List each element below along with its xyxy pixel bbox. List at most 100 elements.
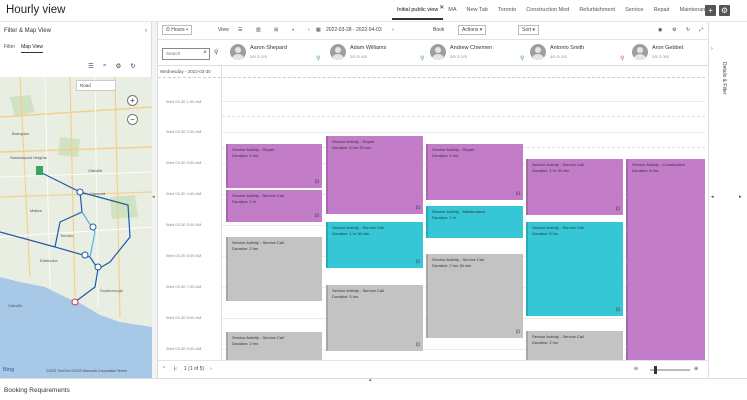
collapse-chevron-icon[interactable]: › bbox=[711, 46, 713, 52]
search-placeholder: Search bbox=[166, 51, 181, 56]
map-view[interactable]: Brampton Sandalwood Heights Oakville Mal… bbox=[0, 77, 152, 378]
tab-service[interactable]: Service bbox=[620, 4, 648, 20]
gear-icon[interactable]: ⚙ bbox=[672, 27, 676, 33]
location-pin-icon[interactable]: ⚲ bbox=[520, 55, 524, 62]
resource-meta: 4/5 ⊙ 2/5 bbox=[550, 54, 567, 59]
search-icon[interactable]: ⌕ bbox=[103, 62, 107, 70]
zoom-in-button[interactable]: + bbox=[127, 95, 138, 106]
resource-card[interactable]: Adam Williams 2/5 ⊙ 4/5 ⚲ bbox=[326, 42, 426, 64]
expand-icon[interactable]: ⤢ bbox=[699, 27, 703, 33]
bing-logo: Bing bbox=[3, 367, 15, 373]
calendar-icon[interactable]: ▦ bbox=[316, 27, 321, 33]
booking-block[interactable]: Service Activity - Repair Duration: 5 hr… bbox=[326, 136, 423, 214]
booking-title: Service Activity - Service Call bbox=[232, 240, 284, 245]
next-page-icon[interactable]: › bbox=[210, 366, 212, 372]
time-label: Wed 03-30 2:00 AM bbox=[166, 129, 202, 134]
details-panel-label[interactable]: Details & Filter bbox=[721, 62, 727, 95]
gear-icon[interactable]: ⚙ bbox=[115, 62, 121, 70]
resource-card[interactable]: Andrew Chiemen 3/5 ⊙ 2/5 ⚲ bbox=[426, 42, 526, 64]
tab-filter[interactable]: Filter bbox=[4, 44, 15, 53]
time-label: Wed 03-30 7:00 AM bbox=[166, 284, 202, 289]
zoom-slider-handle[interactable] bbox=[654, 366, 657, 374]
location-pin-icon[interactable]: ⚲ bbox=[620, 55, 624, 62]
svg-text:Toronto: Toronto bbox=[60, 233, 74, 238]
tab-ma[interactable]: MA bbox=[443, 4, 461, 20]
chevron-left-icon[interactable]: ◂ bbox=[152, 194, 155, 200]
tab-initial-public-view[interactable]: Initial public view ✕ bbox=[392, 4, 444, 20]
booking-block[interactable]: Service Activity - Repair Duration: 4 hr… bbox=[426, 144, 523, 200]
time-label: Wed 03-30 1:00 AM bbox=[166, 99, 202, 104]
tab-refurbishment[interactable]: Refurbishment bbox=[574, 4, 620, 20]
date-range[interactable]: 2022-03-28 - 2022-04-03 bbox=[326, 27, 382, 33]
zoom-out-icon[interactable]: ⊖ bbox=[634, 366, 638, 372]
tab-map-view[interactable]: Map View bbox=[21, 44, 43, 53]
tab-construction-mod[interactable]: Construction Mod bbox=[521, 4, 574, 20]
list-view-icon[interactable]: ☰ bbox=[238, 27, 242, 33]
refresh-icon[interactable]: ↻ bbox=[686, 27, 690, 33]
svg-text:Brampton: Brampton bbox=[12, 131, 29, 136]
chevron-right-icon[interactable]: ▸ bbox=[739, 194, 742, 200]
map-copyright: ©2022 TomTom ©2022 Microsoft Corporation… bbox=[46, 369, 127, 373]
booking-title: Service Activity - Repair bbox=[232, 147, 275, 152]
sort-button[interactable]: Sort ▾ bbox=[518, 25, 540, 35]
avatar bbox=[530, 44, 546, 60]
booking-title: Service Activity - Service Call bbox=[232, 335, 284, 340]
booking-block[interactable]: Service Activity - Service Call Duration… bbox=[226, 237, 322, 301]
booking-block[interactable]: Service Activity - Service Call Duration… bbox=[526, 331, 623, 360]
chevron-up-icon[interactable]: ▴ bbox=[369, 377, 372, 383]
zoom-in-icon[interactable]: ⊕ bbox=[694, 366, 698, 372]
booking-block[interactable]: Service Activity - Service Call Duration… bbox=[526, 159, 623, 215]
booking-block[interactable]: Service Activity - Service Call Duration… bbox=[526, 222, 623, 316]
book-button[interactable]: Book bbox=[433, 27, 444, 33]
time-label: Wed 03-30 5:00 AM bbox=[166, 222, 202, 227]
schedule-grid[interactable]: Wednesday - 2022-03-30 Wed 03-30 1:00 AM… bbox=[158, 66, 705, 360]
booking-block[interactable]: Service Activity - Service Call Duration… bbox=[326, 285, 423, 351]
next-date-icon[interactable]: › bbox=[392, 27, 394, 33]
add-tab-button[interactable]: + bbox=[705, 5, 716, 16]
eye-icon[interactable]: ◉ bbox=[658, 27, 662, 33]
resource-card[interactable]: Aron Gebbet 2/5 ⊙ 3/5 bbox=[628, 42, 708, 64]
view-select[interactable]: ⏱ Hours ▾ bbox=[162, 25, 193, 35]
tab-new-tab[interactable]: New Tab bbox=[462, 4, 493, 20]
filter-panel-title: Filter & Map View bbox=[4, 28, 51, 34]
booking-block[interactable]: Service Activity - Construction Duration… bbox=[626, 159, 705, 360]
map-pin-icon[interactable]: ⚲ bbox=[214, 49, 218, 56]
collapse-chevron-icon[interactable]: ‹ bbox=[145, 28, 147, 34]
booking-requirements-bar[interactable]: Booking Requirements ▴ bbox=[0, 377, 747, 400]
list-icon[interactable]: ☰ bbox=[88, 62, 94, 70]
prev-date-icon[interactable]: ‹ bbox=[308, 27, 310, 33]
first-page-icon[interactable]: |‹ bbox=[174, 366, 177, 372]
svg-text:Malton: Malton bbox=[30, 208, 42, 213]
gear-icon[interactable]: ⚙ bbox=[719, 5, 730, 16]
tab-repair[interactable]: Repair bbox=[648, 4, 674, 20]
tab-toronto[interactable]: Toronto bbox=[493, 4, 521, 20]
booking-block[interactable]: Service Activity - Maintenance Duration:… bbox=[426, 206, 523, 238]
chevron-left-icon[interactable]: ◂ bbox=[711, 194, 714, 200]
booking-block[interactable]: Service Activity - Service Call Duration… bbox=[426, 254, 523, 338]
search-icon[interactable]: ⌕ bbox=[203, 49, 207, 57]
booking-title: Service Activity - Service Call bbox=[532, 334, 584, 339]
search-input[interactable]: Search ⌕ bbox=[162, 48, 210, 60]
location-pin-icon[interactable]: ⚲ bbox=[420, 55, 424, 62]
booking-block[interactable]: Service Activity - Service Call Duration… bbox=[226, 332, 322, 360]
booking-block[interactable]: Service Activity - Repair Duration: 4 hr… bbox=[226, 144, 322, 188]
booking-icon: ⊡ bbox=[415, 342, 420, 348]
resource-card[interactable]: Antonio Smith 4/5 ⊙ 2/5 ⚲ bbox=[526, 42, 626, 64]
zoom-out-button[interactable]: − bbox=[127, 114, 138, 125]
table-view-icon[interactable]: ⊞ bbox=[274, 27, 278, 33]
booking-block[interactable]: Service Activity - Service Call Duration… bbox=[326, 222, 423, 268]
booking-title: Service Activity - Service Call bbox=[432, 257, 484, 262]
time-label: Wed 03-30 4:00 AM bbox=[166, 191, 202, 196]
grid-view-icon[interactable]: ▥ bbox=[256, 27, 261, 33]
map-style-toggle[interactable]: Road bbox=[76, 80, 116, 91]
chevron-up-icon[interactable]: ⌃ bbox=[162, 366, 166, 372]
booking-block[interactable]: Service Activity - Service Call Duration… bbox=[226, 190, 322, 222]
resource-card[interactable]: Aaron Shepard 3/5 ⊙ 2/5 ⚲ bbox=[226, 42, 322, 64]
actions-button[interactable]: Actions ▾ bbox=[458, 25, 487, 35]
location-pin-icon[interactable]: ⚲ bbox=[316, 55, 320, 62]
resource-name: Aaron Shepard bbox=[250, 45, 287, 51]
refresh-icon[interactable]: ↻ bbox=[130, 62, 135, 70]
booking-icon: ⊡ bbox=[515, 191, 520, 197]
map-view-icon[interactable]: ◐ bbox=[292, 27, 295, 33]
booking-title: Service Activity - Service Call bbox=[532, 225, 584, 230]
